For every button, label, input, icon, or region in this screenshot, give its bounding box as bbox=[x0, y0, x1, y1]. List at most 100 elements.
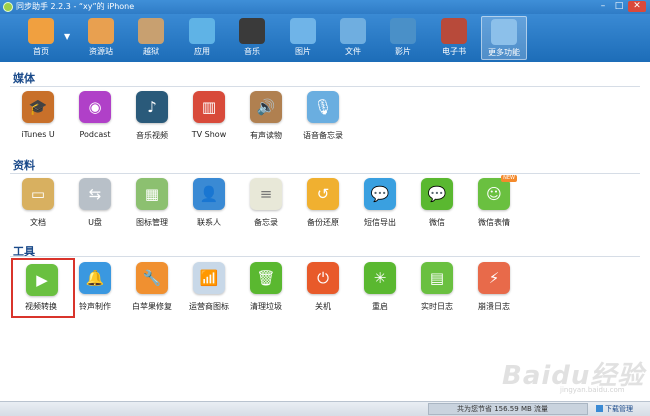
tab-label: 越狱 bbox=[143, 47, 159, 56]
tab-music[interactable]: 音乐 bbox=[229, 16, 275, 60]
app-contacts[interactable]: 👤 联系人 bbox=[180, 174, 238, 236]
tab-label: 电子书 bbox=[442, 47, 466, 56]
app-audiobook[interactable]: 🔊 有声读物 bbox=[237, 87, 295, 149]
section-title-data: 资料 bbox=[13, 159, 35, 172]
app-white-apple-repair[interactable]: 🔧 白苹果修复 bbox=[123, 258, 181, 320]
wechat-sticker-icon: ☺ bbox=[478, 178, 510, 210]
music-icon bbox=[239, 18, 265, 44]
main-toolbar: 首页 ▼ 资源站 越狱 应用 音乐 图片 文件 影片 电子书 更多功能 bbox=[0, 14, 650, 62]
tab-ebooks[interactable]: 电子书 bbox=[431, 16, 477, 60]
app-documents[interactable]: ▭ 文档 bbox=[9, 174, 67, 236]
app-label: 语音备忘录 bbox=[303, 131, 343, 140]
store-icon bbox=[88, 18, 114, 44]
app-usb-drive[interactable]: ⇆ U盘 bbox=[66, 174, 124, 236]
video-convert-icon: ▶ bbox=[26, 264, 58, 296]
apps-icon bbox=[189, 18, 215, 44]
app-label: 音乐视频 bbox=[136, 131, 168, 140]
download-icon bbox=[596, 405, 603, 412]
tab-label: 更多功能 bbox=[488, 48, 520, 57]
icon-manager-icon: ▦ bbox=[136, 178, 168, 210]
tab-apps[interactable]: 应用 bbox=[179, 16, 225, 60]
app-notes[interactable]: ≡ 备忘录 bbox=[237, 174, 295, 236]
app-voice-memo[interactable]: 🎙 语音备忘录 bbox=[294, 87, 352, 149]
tab-videos[interactable]: 影片 bbox=[380, 16, 426, 60]
app-label: TV Show bbox=[191, 130, 227, 139]
realtime-log-icon: ▤ bbox=[421, 262, 453, 294]
minimize-button[interactable]: – bbox=[596, 1, 610, 12]
app-tv-show[interactable]: ▥ TV Show bbox=[180, 87, 238, 149]
app-label: 短信导出 bbox=[364, 218, 396, 227]
audiobook-icon: 🔊 bbox=[250, 91, 282, 123]
close-button[interactable]: ✕ bbox=[628, 1, 646, 12]
app-music-video[interactable]: ♪ 音乐视频 bbox=[123, 87, 181, 149]
tab-files[interactable]: 文件 bbox=[330, 16, 376, 60]
download-manager-link[interactable]: 下载管理 bbox=[596, 404, 633, 415]
watermark-url: jingyan.baidu.com bbox=[560, 386, 625, 394]
tab-jailbreak[interactable]: 越狱 bbox=[128, 16, 174, 60]
maximize-button[interactable]: □ bbox=[612, 1, 626, 12]
tab-photos[interactable]: 图片 bbox=[280, 16, 326, 60]
app-label: 铃声制作 bbox=[79, 302, 111, 311]
app-backup-restore[interactable]: ↺ 备份还原 bbox=[294, 174, 352, 236]
app-label: 备份还原 bbox=[307, 218, 339, 227]
tab-label: 首页 bbox=[33, 47, 49, 56]
app-realtime-log[interactable]: ▤ 实时日志 bbox=[408, 258, 466, 320]
tab-home[interactable]: 首页 bbox=[18, 16, 64, 60]
backup-restore-icon: ↺ bbox=[307, 178, 339, 210]
app-label: U盘 bbox=[88, 218, 102, 227]
app-label: 重启 bbox=[372, 302, 388, 311]
app-logo-icon bbox=[3, 2, 13, 12]
app-clean-trash[interactable]: 🗑 清理垃圾 bbox=[237, 258, 295, 320]
chevron-down-icon[interactable]: ▼ bbox=[64, 32, 70, 41]
itunes-u-icon: 🎓 bbox=[22, 91, 54, 123]
document-icon: ▭ bbox=[22, 178, 54, 210]
ringtone-icon: 🔔 bbox=[79, 262, 111, 294]
ebook-icon bbox=[441, 18, 467, 44]
app-label: iTunes U bbox=[21, 130, 55, 139]
home-icon bbox=[28, 18, 54, 44]
title-bar: 同步助手 2.2.3 - “xy”的 iPhone – □ ✕ bbox=[0, 0, 650, 14]
tab-resource-store[interactable]: 资源站 bbox=[78, 16, 124, 60]
sms-export-icon: 💬 bbox=[364, 178, 396, 210]
app-itunes-u[interactable]: 🎓 iTunes U bbox=[9, 87, 67, 149]
voice-memo-icon: 🎙 bbox=[307, 91, 339, 123]
app-label: 崩溃日志 bbox=[478, 302, 510, 311]
app-label: Podcast bbox=[79, 130, 111, 139]
app-shutdown[interactable]: ⏻ 关机 bbox=[294, 258, 352, 320]
folder-icon bbox=[340, 18, 366, 44]
app-label: 视频转换 bbox=[25, 302, 57, 311]
app-icon-manager[interactable]: ▦ 图标管理 bbox=[123, 174, 181, 236]
app-wechat-sticker[interactable]: ☺ NEW 微信表情 bbox=[465, 174, 523, 236]
contacts-icon: 👤 bbox=[193, 178, 225, 210]
new-badge: NEW bbox=[501, 175, 517, 182]
window-title: 同步助手 2.2.3 - “xy”的 iPhone bbox=[16, 2, 135, 11]
app-ringtone-maker[interactable]: 🔔 铃声制作 bbox=[66, 258, 124, 320]
window-controls: – □ ✕ bbox=[596, 1, 646, 12]
app-label: 运营商图标 bbox=[189, 302, 229, 311]
jailbreak-icon bbox=[138, 18, 164, 44]
notes-icon: ≡ bbox=[250, 178, 282, 210]
app-label: 联系人 bbox=[197, 218, 221, 227]
tab-more-tools[interactable]: 更多功能 bbox=[481, 16, 527, 60]
app-label: 备忘录 bbox=[254, 218, 278, 227]
repair-icon: 🔧 bbox=[136, 262, 168, 294]
tv-show-icon: ▥ bbox=[193, 91, 225, 123]
tab-label: 图片 bbox=[295, 47, 311, 56]
app-crash-log[interactable]: ⚡ 崩溃日志 bbox=[465, 258, 523, 320]
status-bar: 共为您节省 156.59 MB 流量 下载管理 bbox=[0, 401, 650, 416]
app-wechat[interactable]: 💬 微信 bbox=[408, 174, 466, 236]
app-restart[interactable]: ✳ 重启 bbox=[351, 258, 409, 320]
app-sms-export[interactable]: 💬 短信导出 bbox=[351, 174, 409, 236]
tab-label: 影片 bbox=[395, 47, 411, 56]
video-icon bbox=[390, 18, 416, 44]
photo-icon bbox=[290, 18, 316, 44]
download-manager-label: 下载管理 bbox=[605, 405, 633, 413]
app-carrier-icon[interactable]: 📶 运营商图标 bbox=[180, 258, 238, 320]
app-label: 白苹果修复 bbox=[132, 302, 172, 311]
app-label: 关机 bbox=[315, 302, 331, 311]
app-label: 图标管理 bbox=[136, 218, 168, 227]
more-tools-icon bbox=[491, 19, 517, 45]
app-podcast[interactable]: ◉ Podcast bbox=[66, 87, 124, 149]
music-video-icon: ♪ bbox=[136, 91, 168, 123]
app-label: 清理垃圾 bbox=[250, 302, 282, 311]
